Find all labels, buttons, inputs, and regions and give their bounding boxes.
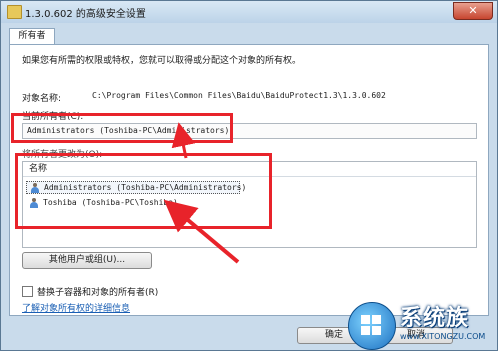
- watermark-url: www.XITONGZU.COM: [400, 332, 486, 341]
- arrow-to-owner-list: [163, 199, 240, 264]
- arrow-to-current-owner: [171, 122, 196, 159]
- site-watermark: 系统族 www.XITONGZU.COM: [344, 296, 498, 351]
- watermark-brand: 系统族: [400, 306, 470, 331]
- windows-logo-icon: [348, 302, 396, 350]
